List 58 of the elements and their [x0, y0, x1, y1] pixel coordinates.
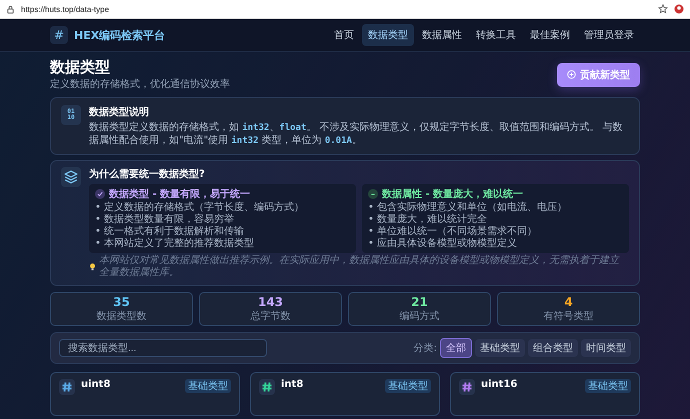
nav-link[interactable]: 最佳案例: [524, 24, 576, 46]
why-title: 为什么需要统一数据类型?: [89, 168, 206, 181]
category-tag: 基础类型: [585, 379, 631, 393]
type-card[interactable]: uint8 基础类型: [50, 372, 240, 416]
hash-icon: [259, 379, 275, 395]
bullet-item: • 定义数据的存储格式（字节长度、编码方式）: [95, 202, 306, 214]
plus-circle-icon: [567, 70, 576, 79]
info-text: 数据类型定义数据的存储格式，如 int32、float。 不涉及实际物理意义，仅规定字节长度、取值范围和编码方式。 与数据属性配合使用，如"电流"使用 int32 类型，单位为 0.01A。: [89, 121, 624, 147]
type-card[interactable]: uint16 基础类型: [450, 372, 640, 416]
panel-title: 数据属性 - 数量庞大，难以统一: [382, 187, 524, 201]
layers-icon: [61, 167, 81, 187]
type-name: uint16: [481, 379, 518, 392]
type-name: uint8: [81, 379, 112, 392]
page-subtitle: 定义数据的存储格式，优化通信协议效率: [50, 78, 230, 91]
category-tag: 基础类型: [385, 379, 431, 393]
lock-icon: [6, 4, 15, 14]
check-icon: [95, 189, 105, 199]
stat-value: 143: [256, 295, 284, 309]
hash-logo-icon: #: [50, 26, 68, 44]
profile-icon[interactable]: [674, 4, 684, 14]
panel-title: 数据类型 - 数量有限，易于统一: [109, 188, 250, 201]
bullet-item: • 本网站定义了完整的推荐数据类型: [95, 238, 256, 250]
stat-value: 4: [563, 295, 574, 309]
nav-link[interactable]: 数据属性: [416, 24, 468, 46]
search-field[interactable]: 搜索数据类型...: [59, 339, 267, 357]
star-icon[interactable]: [658, 4, 668, 14]
nav-link[interactable]: 数据类型: [362, 24, 414, 46]
type-card[interactable]: int8 基础类型: [250, 372, 440, 416]
nav-link[interactable]: 首页: [328, 24, 360, 46]
stat-label: 数据类型数: [96, 310, 148, 323]
type-name: int8: [281, 379, 304, 392]
hash-icon: [459, 379, 475, 395]
nav-link[interactable]: 管理员登录: [578, 24, 640, 46]
category-chip[interactable]: 时间类型: [581, 339, 631, 357]
category-chip[interactable]: 基础类型: [475, 339, 525, 357]
stat-value: 35: [112, 295, 131, 309]
info-title: 数据类型说明: [89, 106, 150, 119]
site-title[interactable]: HEX编码检索平台: [74, 28, 166, 42]
lightbulb-icon: [89, 262, 96, 272]
stat-label: 编码方式: [398, 310, 440, 323]
hash-icon: [59, 379, 75, 395]
category-tag: 基础类型: [185, 379, 231, 393]
minus-icon: [368, 189, 378, 199]
bullet-item: • 统一格式有利于数据解析和传输: [95, 226, 246, 238]
category-chip[interactable]: 全部: [440, 338, 472, 358]
bullet-item: • 单位难以统一（不同场景需求不同）: [368, 226, 538, 238]
category-label: 分类:: [414, 342, 437, 355]
category-chip[interactable]: 组合类型: [528, 339, 578, 357]
bullet-item: • 应由具体设备模型或物模型定义: [368, 238, 518, 250]
stat-value: 21: [410, 295, 429, 309]
bullet-item: • 数据类型数量有限，容易穷举: [95, 214, 236, 226]
page-title: 数据类型: [50, 58, 111, 77]
stat-label: 总字节数: [250, 310, 292, 323]
stat-label: 有符号类型: [542, 310, 594, 323]
nav-link[interactable]: 转换工具: [470, 24, 522, 46]
bullet-item: • 包含实际物理意义和单位（如电流、电压）: [368, 202, 568, 214]
note-text: 本网站仅对常见数据属性做出推荐示例。在实际应用中，数据属性应由具体的设备模型或物模型定义，无需执着于建立全量数据属性库。: [99, 255, 620, 279]
bullet-item: • 数量庞大，难以统计完全: [368, 214, 488, 226]
